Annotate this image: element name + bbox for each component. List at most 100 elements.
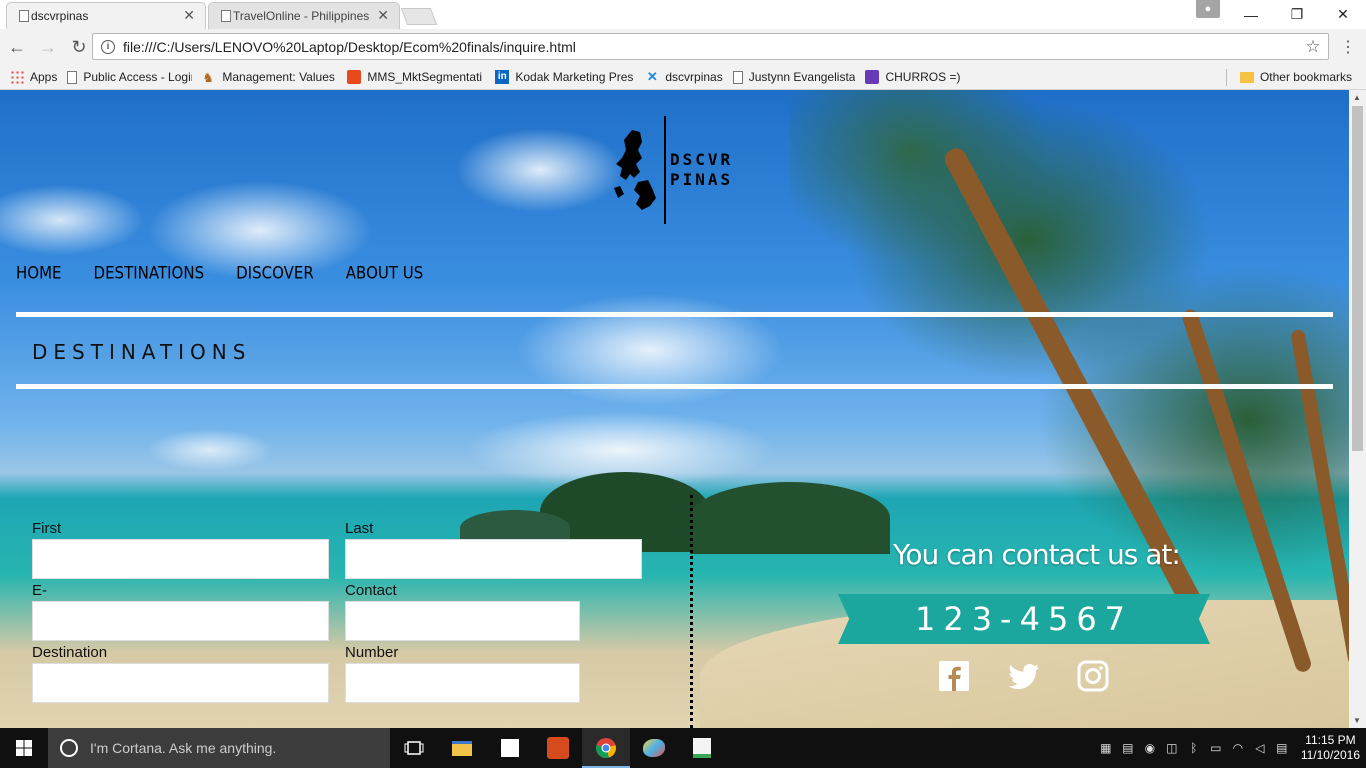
nav-home[interactable]: HOME [16, 263, 62, 283]
clock-date: 11/10/2016 [1300, 748, 1360, 762]
wifi-icon[interactable]: ◠ [1227, 741, 1249, 755]
phone-ribbon: 123-4567 [838, 594, 1210, 644]
grid-icon [865, 70, 880, 84]
page-viewport: DSCVR PINAS HOME DESTINATIONS DISCOVER A… [0, 90, 1349, 728]
close-window-button[interactable]: ✕ [1320, 0, 1366, 29]
twitter-icon[interactable] [1008, 660, 1040, 692]
bookmark-justynn[interactable]: Justynn Evangelista [732, 70, 855, 84]
wagon-icon: ♞ [202, 70, 215, 84]
tray-app-icon[interactable]: ◉ [1139, 741, 1161, 755]
contact-field[interactable] [345, 601, 580, 641]
close-icon[interactable]: ✕ [377, 7, 389, 24]
folder-icon [452, 740, 472, 756]
heading-rule-bottom [16, 384, 1333, 389]
tab-traveloline[interactable]: TravelOnline - Philippines ✕ [208, 2, 400, 29]
contact-title: You can contact us at: [893, 538, 1181, 571]
page-icon [221, 10, 231, 22]
tray-app-icon[interactable]: ▤ [1117, 741, 1139, 755]
paint-icon [643, 739, 665, 757]
nav-discover[interactable]: DISCOVER [236, 263, 314, 283]
window-controls: — ❐ ✕ [1228, 0, 1366, 29]
clock[interactable]: 11:15 PM 11/10/2016 [1301, 733, 1360, 763]
email-field[interactable] [32, 601, 329, 641]
forward-button[interactable]: → [34, 33, 62, 61]
bookmark-dscvrpinas[interactable]: ✕ dscvrpinas [645, 70, 723, 84]
clock-time: 11:15 PM [1305, 733, 1356, 747]
notifications-icon[interactable]: ▤ [1271, 741, 1293, 755]
address-url[interactable]: file:///C:/Users/LENOVO%20Laptop/Desktop… [123, 39, 1298, 55]
tray-app-icon[interactable]: ◫ [1161, 741, 1183, 755]
page-scrollbar[interactable]: ▲ ▼ [1349, 90, 1366, 728]
task-view-icon [404, 741, 424, 755]
taskbar-file-explorer[interactable] [438, 728, 486, 768]
bookmark-public-access[interactable]: Public Access - Login [67, 70, 192, 84]
phone-number: 123-4567 [914, 600, 1134, 638]
nav-destinations[interactable]: DESTINATIONS [94, 263, 205, 283]
tray-app-icon[interactable]: ▦ [1095, 741, 1117, 755]
tab-strip: dscvrpinas ✕ TravelOnline - Philippines … [0, 0, 1366, 29]
back-button[interactable]: ← [3, 33, 31, 61]
store-icon [501, 739, 519, 757]
facebook-icon[interactable] [938, 660, 970, 692]
destination-label: Destination [32, 644, 108, 661]
nav-about-us[interactable]: ABOUT US [346, 263, 424, 283]
bookmark-separator [1226, 69, 1227, 86]
close-icon[interactable]: ✕ [183, 7, 195, 24]
site-nav: HOME DESTINATIONS DISCOVER ABOUT US [16, 263, 424, 283]
cortana-search[interactable]: I'm Cortana. Ask me anything. [48, 728, 390, 768]
star-icon[interactable]: ☆ [1298, 37, 1328, 57]
browser-toolbar: ← → ↻ i file:///C:/Users/LENOVO%20Laptop… [0, 29, 1366, 65]
bookmark-kodak[interactable]: in Kodak Marketing Pres [495, 70, 635, 84]
scroll-thumb[interactable] [1352, 106, 1363, 451]
bluetooth-icon[interactable]: ᛒ [1183, 741, 1205, 755]
profile-icon[interactable]: ● [1196, 0, 1220, 18]
page-icon [732, 70, 743, 84]
task-view-button[interactable] [390, 728, 438, 768]
volume-icon[interactable]: ◁ [1249, 741, 1271, 755]
site-logo[interactable]: DSCVR PINAS [612, 116, 733, 224]
tab-title: dscvrpinas [31, 9, 89, 23]
bookmark-management-values[interactable]: ♞ Management: Values [202, 70, 337, 84]
taskbar-paint[interactable] [630, 728, 678, 768]
linkedin-icon: in [495, 70, 510, 84]
contact-label: Contact [345, 582, 397, 599]
taskbar-music-app[interactable] [534, 728, 582, 768]
battery-icon[interactable]: ▭ [1205, 741, 1227, 755]
bookmark-churros[interactable]: CHURROS =) [865, 70, 960, 84]
destination-field[interactable] [32, 663, 329, 703]
first-name-field[interactable] [32, 539, 329, 579]
new-tab-button[interactable] [400, 8, 438, 25]
bookmarks-bar: Apps Public Access - Login ♞ Management:… [0, 65, 1366, 90]
menu-icon[interactable]: ⋮ [1340, 37, 1356, 57]
info-icon[interactable]: i [101, 39, 115, 54]
page-title: DESTINATIONS [32, 340, 252, 364]
logo-text: DSCVR PINAS [670, 150, 734, 189]
last-name-field[interactable] [345, 539, 642, 579]
cortana-icon [60, 739, 78, 757]
ms-office-icon [347, 70, 362, 84]
tab-dscvrpinas[interactable]: dscvrpinas ✕ [6, 2, 206, 29]
restore-button[interactable]: ❐ [1274, 0, 1320, 29]
x-logo-icon: ✕ [646, 70, 658, 84]
instagram-icon[interactable] [1077, 660, 1109, 692]
system-tray: ▦ ▤ ◉ ◫ ᛒ ▭ ◠ ◁ ▤ 11:15 PM 11/10/2016 [1095, 728, 1366, 768]
minimize-button[interactable]: — [1228, 0, 1274, 29]
chrome-icon [596, 738, 616, 758]
other-bookmarks[interactable]: Other bookmarks [1239, 70, 1352, 84]
address-bar[interactable]: i file:///C:/Users/LENOVO%20Laptop/Deskt… [92, 33, 1329, 60]
taskbar-chrome[interactable] [582, 728, 630, 768]
scroll-up-icon[interactable]: ▲ [1353, 93, 1361, 102]
headphones-icon [547, 737, 569, 759]
taskbar-store[interactable] [486, 728, 534, 768]
chart-app-icon [693, 738, 711, 758]
bookmark-mms[interactable]: MMS_MktSegmentati [347, 70, 485, 84]
heading-rule-top [16, 312, 1333, 317]
taskbar-chart-app[interactable] [678, 728, 726, 768]
reload-button[interactable]: ↻ [65, 33, 93, 61]
persons-field[interactable] [345, 663, 580, 703]
start-button[interactable] [0, 728, 48, 768]
bookmark-apps[interactable]: Apps [10, 70, 57, 84]
windows-taskbar: I'm Cortana. Ask me anything. ▦ ▤ ◉ ◫ ᛒ … [0, 728, 1366, 768]
scroll-down-icon[interactable]: ▼ [1353, 716, 1361, 725]
tab-title: TravelOnline - Philippines [233, 9, 370, 23]
